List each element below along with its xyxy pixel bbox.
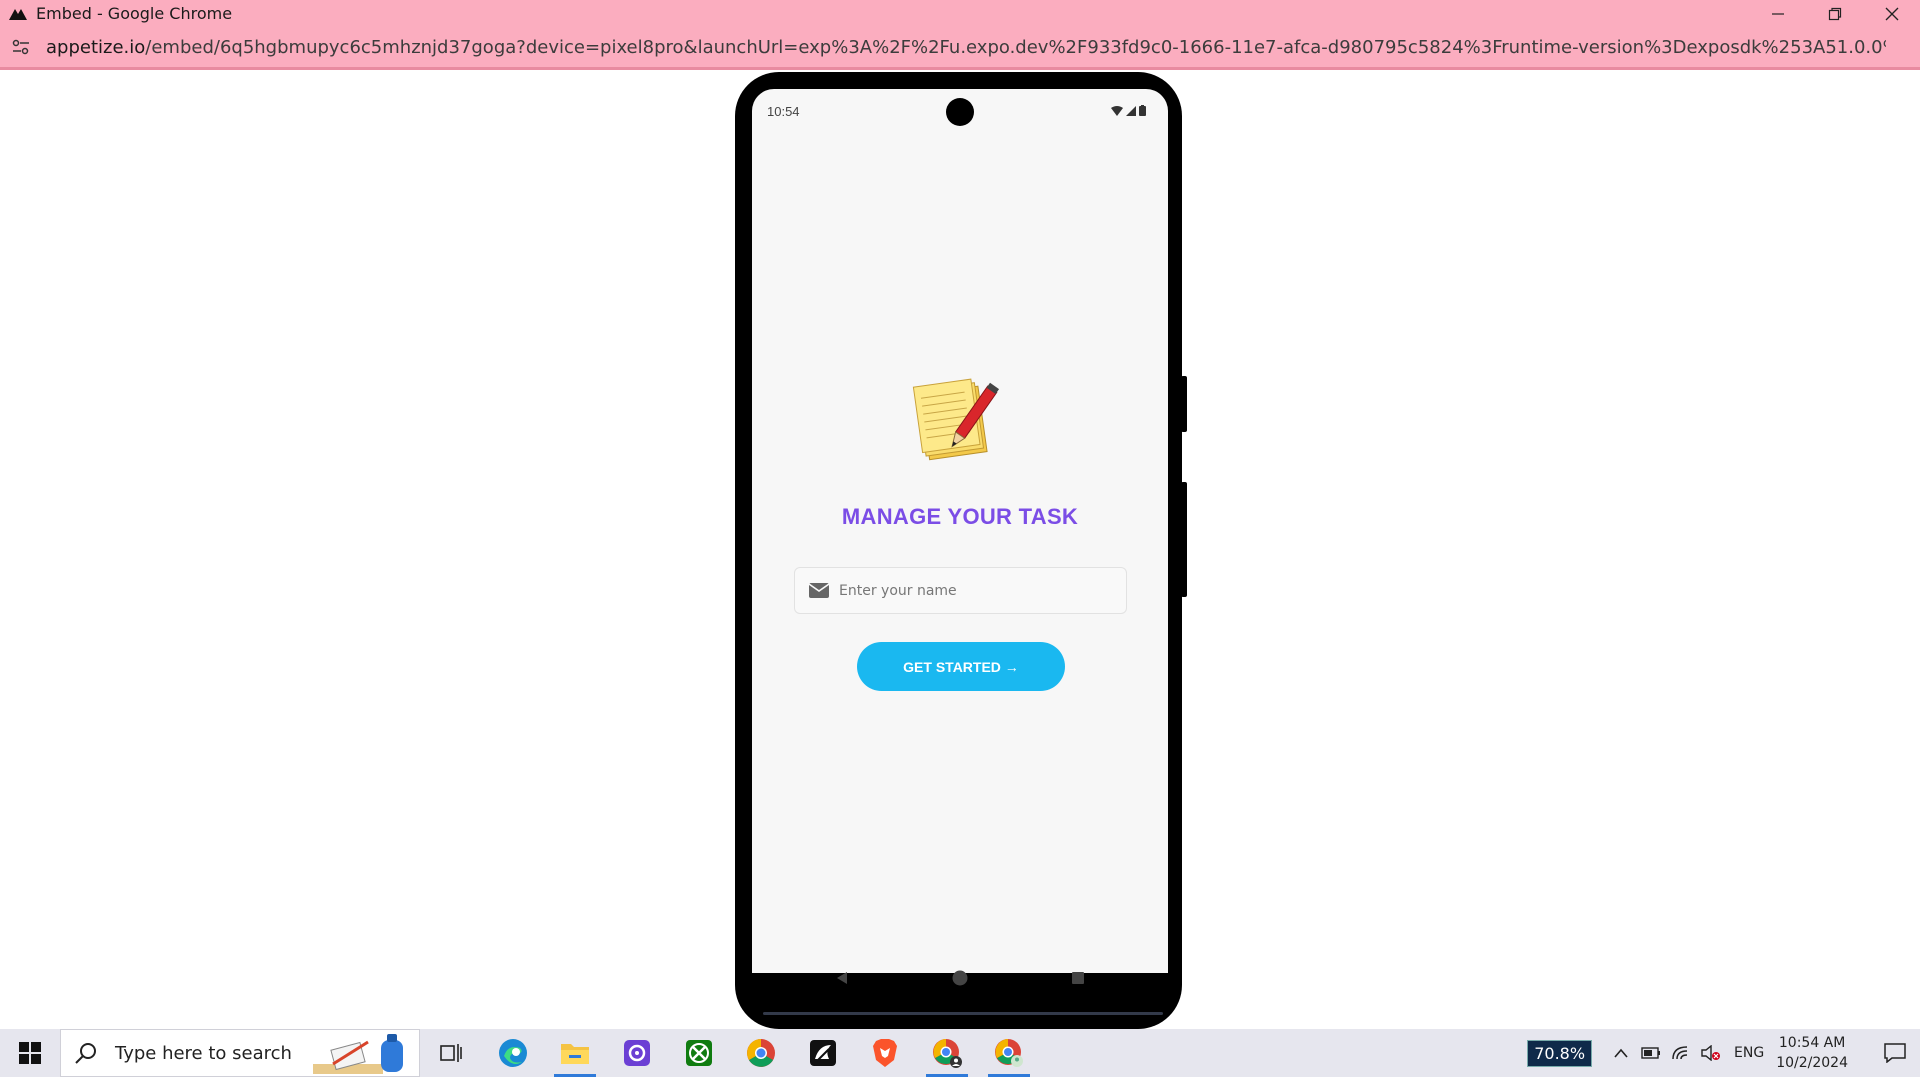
restore-button[interactable]: [1806, 0, 1863, 27]
get-started-button[interactable]: GET STARTED →: [857, 642, 1065, 691]
window-titlebar: Embed - Google Chrome: [0, 0, 1920, 27]
wifi-icon: [1111, 105, 1123, 116]
network-icon[interactable]: [1666, 1029, 1696, 1077]
inkscape-icon[interactable]: [792, 1029, 854, 1077]
front-camera: [946, 98, 974, 126]
phone-screen: 10:54 MANAGE YOUR TASK Enter your name G…: [752, 89, 1168, 973]
phone-device-frame: 10:54 MANAGE YOUR TASK Enter your name G…: [735, 72, 1187, 1029]
chrome-alt-icon[interactable]: [978, 1029, 1040, 1077]
chevron-up-icon[interactable]: [1606, 1029, 1636, 1077]
chrome-icon[interactable]: [730, 1029, 792, 1077]
brave-icon[interactable]: [854, 1029, 916, 1077]
edge-icon[interactable]: [482, 1029, 544, 1077]
clock-date: 10/2/2024: [1776, 1055, 1848, 1071]
chrome-profile-icon[interactable]: [916, 1029, 978, 1077]
envelope-icon: [809, 583, 829, 599]
clock-time: 10:54 AM: [1778, 1035, 1846, 1051]
signal-icon: [1126, 105, 1136, 116]
xbox-icon[interactable]: [668, 1029, 730, 1077]
task-view-icon[interactable]: [420, 1029, 482, 1077]
volume-button: [1181, 482, 1187, 597]
phone-status-bar: 10:54: [752, 89, 1168, 133]
search-placeholder: Type here to search: [115, 1042, 292, 1064]
photos-icon[interactable]: [606, 1029, 668, 1077]
notification-icon[interactable]: [1870, 1029, 1920, 1077]
volume-muted-icon[interactable]: [1696, 1029, 1726, 1077]
url-text[interactable]: appetize.io/embed/6q5hgbmupyc6c5mhznjd37…: [46, 37, 1886, 58]
phone-gesture-line: [763, 1012, 1163, 1015]
windows-taskbar: Type here to search 70.8% ENG 10:54 AM 1…: [0, 1029, 1920, 1077]
windows-start-button[interactable]: [0, 1029, 60, 1077]
battery-tray-icon[interactable]: [1636, 1029, 1666, 1077]
status-time: 10:54: [767, 104, 800, 119]
recents-icon[interactable]: [1068, 968, 1088, 988]
notepad-pencil-logo-icon: [912, 378, 1000, 461]
url-host: appetize.io: [46, 36, 146, 58]
back-icon[interactable]: [832, 968, 852, 988]
close-button[interactable]: [1863, 0, 1920, 27]
taskbar-search-box[interactable]: Type here to search: [60, 1029, 420, 1077]
zoom-level-badge[interactable]: 70.8%: [1527, 1039, 1593, 1067]
battery-icon: [1139, 105, 1146, 116]
app-title: MANAGE YOUR TASK: [841, 504, 1079, 529]
name-input-field[interactable]: Enter your name: [794, 567, 1127, 614]
name-input-placeholder: Enter your name: [839, 582, 957, 599]
search-highlight-illustration-icon: [313, 1034, 403, 1074]
window-title: Embed - Google Chrome: [36, 4, 233, 23]
power-button: [1181, 376, 1187, 432]
file-explorer-icon[interactable]: [544, 1029, 606, 1077]
site-settings-icon[interactable]: [8, 34, 34, 60]
home-icon[interactable]: [950, 968, 970, 988]
phone-nav-bar: [752, 956, 1168, 999]
system-clock[interactable]: 10:54 AM 10/2/2024: [1776, 1033, 1848, 1073]
language-indicator[interactable]: ENG: [1734, 1045, 1764, 1061]
url-path: /embed/6q5hgbmupyc6c5mhznjd37goga?device…: [145, 36, 1886, 58]
address-bar[interactable]: appetize.io/embed/6q5hgbmupyc6c5mhznjd37…: [0, 27, 1920, 70]
minimize-button[interactable]: [1749, 0, 1806, 27]
search-icon: [75, 1041, 99, 1065]
appetize-logo-icon: [8, 6, 30, 22]
